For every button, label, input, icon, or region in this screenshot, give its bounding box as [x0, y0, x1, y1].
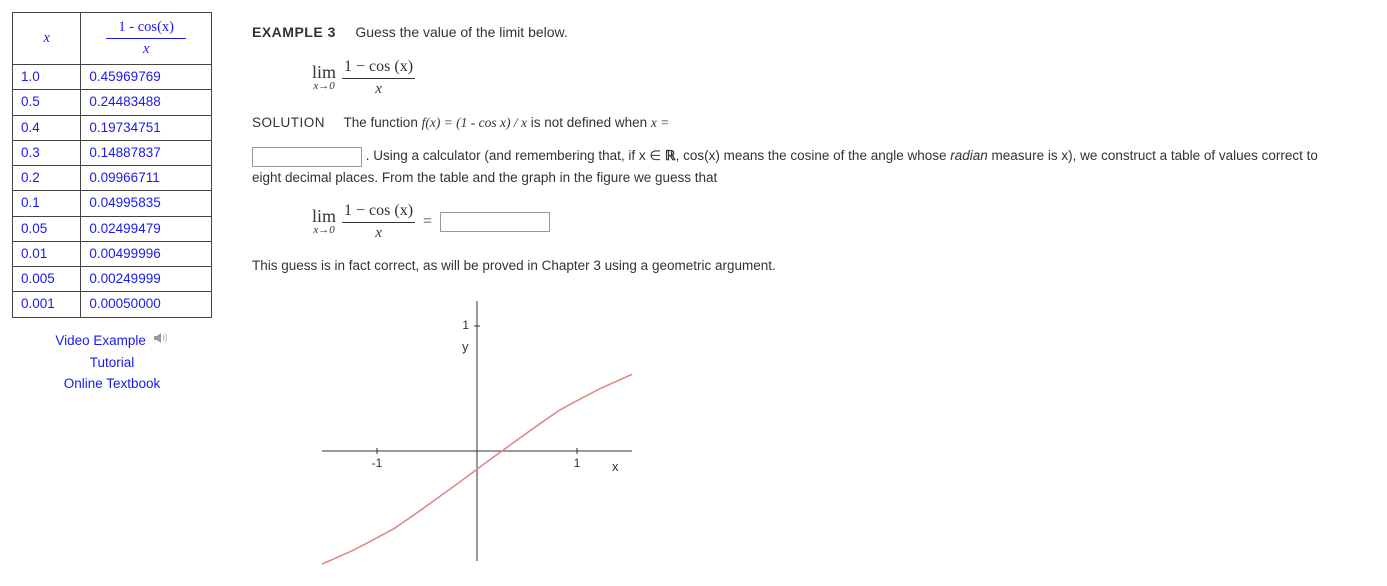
cell-x: 1.0 — [13, 65, 81, 90]
cell-v: 0.14887837 — [81, 140, 212, 165]
col-head-x: x — [13, 13, 81, 65]
cell-v: 0.19734751 — [81, 115, 212, 140]
cell-v: 0.09966711 — [81, 166, 212, 191]
graph-svg: -1 1 1 x y — [292, 291, 652, 571]
cell-v: 0.02499479 — [81, 216, 212, 241]
para-b: . Using a calculator (and remembering th… — [366, 148, 665, 163]
lim-frac-bot-2: x — [375, 223, 382, 242]
cell-x: 0.3 — [13, 140, 81, 165]
cell-v: 0.00050000 — [81, 292, 212, 317]
ytick-1: 1 — [462, 318, 469, 332]
table-row: 0.20.09966711 — [13, 166, 212, 191]
cell-v: 0.24483488 — [81, 90, 212, 115]
cell-x: 0.4 — [13, 115, 81, 140]
example-heading: EXAMPLE 3 Guess the value of the limit b… — [252, 24, 1332, 40]
table-row: 0.40.19734751 — [13, 115, 212, 140]
tutorial-link[interactable]: Tutorial — [12, 352, 212, 374]
cell-x: 0.5 — [13, 90, 81, 115]
table-row: 0.50.24483488 — [13, 90, 212, 115]
xtick-1: 1 — [574, 456, 581, 470]
table-body: 1.00.459697690.50.244834880.40.197347510… — [13, 65, 212, 318]
cell-v: 0.45969769 — [81, 65, 212, 90]
lim-sub: x→0 — [313, 81, 334, 92]
resource-links: Video Example Tutorial Online Textbook — [12, 330, 212, 395]
cell-x: 0.005 — [13, 267, 81, 292]
example-prompt: Guess the value of the limit below. — [355, 24, 567, 40]
table-row: 0.30.14887837 — [13, 140, 212, 165]
x-eq: x = — [651, 115, 669, 130]
cell-x: 0.2 — [13, 166, 81, 191]
cell-x: 0.1 — [13, 191, 81, 216]
solution-a-post: is not defined when — [531, 115, 651, 130]
cell-v: 0.00249999 — [81, 267, 212, 292]
x-axis-label: x — [612, 459, 619, 474]
lim-op: lim — [312, 63, 336, 81]
answer-input-1[interactable] — [252, 147, 362, 167]
col-head-frac: 1 - cos(x) x — [81, 13, 212, 65]
solution-line: SOLUTION The function f(x) = (1 - cos x)… — [252, 115, 1332, 131]
lim-frac-top-2: 1 − cos (x) — [342, 202, 415, 223]
table-row: 0.10.04995835 — [13, 191, 212, 216]
table-row: 0.050.02499479 — [13, 216, 212, 241]
frac-bot: x — [89, 39, 203, 58]
lim-op-2: lim — [312, 207, 336, 225]
frac-top: 1 - cos(x) — [89, 19, 203, 38]
radian-word: radian — [950, 148, 988, 163]
y-axis-label: y — [462, 339, 469, 354]
video-example-link[interactable]: Video Example — [12, 330, 212, 352]
lim-sub-2: x→0 — [313, 225, 334, 236]
example-label: EXAMPLE 3 — [252, 24, 336, 40]
cell-v: 0.04995835 — [81, 191, 212, 216]
cell-x: 0.05 — [13, 216, 81, 241]
solution-a-pre: The function — [344, 115, 422, 130]
textbook-link[interactable]: Online Textbook — [12, 373, 212, 395]
cell-x: 0.001 — [13, 292, 81, 317]
table-row: 0.010.00499996 — [13, 241, 212, 266]
sound-icon — [153, 330, 169, 352]
video-example-label: Video Example — [55, 333, 146, 348]
values-table: x 1 - cos(x) x 1.00.459697690.50.2448348… — [12, 12, 212, 318]
solution-para-b: . Using a calculator (and remembering th… — [252, 145, 1332, 188]
graph: -1 1 1 x y — [292, 291, 1332, 574]
real-symbol: ℝ — [665, 148, 676, 163]
equals-sign: = — [423, 213, 432, 231]
cell-x: 0.01 — [13, 241, 81, 266]
para-b2: , cos(x) means the cosine of the angle w… — [676, 148, 951, 163]
fx-expr: f(x) = (1 - cos x) / x — [422, 115, 527, 130]
table-row: 0.0050.00249999 — [13, 267, 212, 292]
table-row: 0.0010.00050000 — [13, 292, 212, 317]
lim-frac-top: 1 − cos (x) — [342, 58, 415, 79]
xtick-neg1: -1 — [372, 456, 383, 470]
answer-input-2[interactable] — [440, 212, 550, 232]
cell-v: 0.00499996 — [81, 241, 212, 266]
solution-label: SOLUTION — [252, 115, 325, 130]
table-row: 1.00.45969769 — [13, 65, 212, 90]
limit-expression-1: lim x→0 1 − cos (x) x — [312, 58, 1332, 97]
guess-text: This guess is in fact correct, as will b… — [252, 255, 1332, 277]
limit-equation-row: lim x→0 1 − cos (x) x = — [312, 202, 1332, 241]
lim-frac-bot: x — [375, 79, 382, 98]
